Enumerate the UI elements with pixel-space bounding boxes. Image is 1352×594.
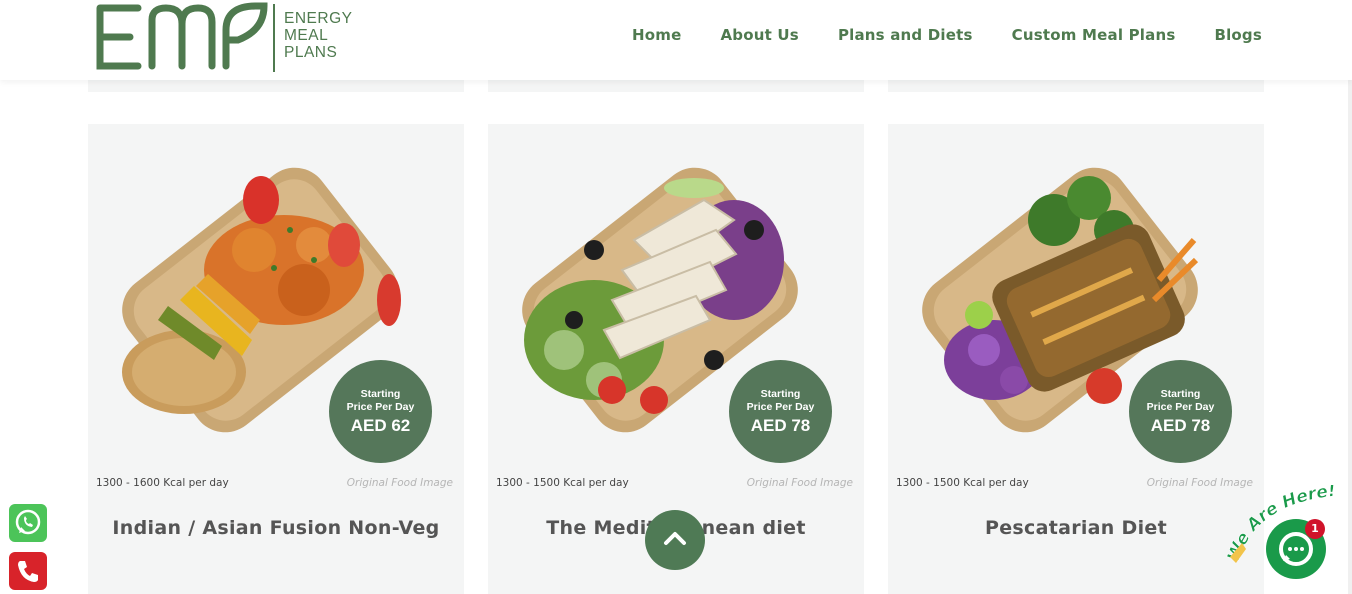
previous-card-bottom (888, 80, 1264, 92)
site-header: ENERGY MEAL PLANS Home About Us Plans an… (0, 0, 1352, 80)
nav-home[interactable]: Home (632, 26, 681, 44)
badge-label-starting: Starting (760, 388, 801, 400)
card-title[interactable]: Pescatarian Diet (888, 517, 1264, 539)
kcal-range: 1300 - 1500 Kcal per day (496, 477, 629, 489)
badge-price: AED 78 (1150, 416, 1211, 435)
badge-label-starting: Starting (360, 388, 401, 400)
plan-card-pescatarian[interactable]: Starting Price Per Day AED 78 1300 - 1500… (888, 124, 1264, 594)
kcal-range: 1300 - 1600 Kcal per day (96, 477, 229, 489)
chevron-up-icon (664, 532, 686, 545)
price-badge: Starting Price Per Day AED 78 (729, 360, 832, 463)
logo-line-3: PLANS (284, 44, 338, 61)
whatsapp-button[interactable] (9, 504, 47, 542)
main-nav: Home About Us Plans and Diets Custom Mea… (632, 26, 1262, 44)
badge-label-price-per-day: Price Per Day (1146, 401, 1215, 413)
nav-plans-and-diets[interactable]: Plans and Diets (838, 26, 973, 44)
card-title[interactable]: Indian / Asian Fusion Non-Veg (88, 517, 464, 539)
nav-about-us[interactable]: About Us (721, 26, 799, 44)
previous-card-bottom (488, 80, 864, 92)
price-badge: Starting Price Per Day AED 78 (1129, 360, 1232, 463)
badge-label-price-per-day: Price Per Day (346, 401, 415, 413)
nav-custom-meal-plans[interactable]: Custom Meal Plans (1012, 26, 1176, 44)
logo-wordmark: ENERGY MEAL PLANS (284, 10, 352, 61)
chat-unread-badge: 1 (1305, 519, 1325, 539)
badge-price: AED 62 (350, 416, 411, 435)
logo-line-1: ENERGY (284, 10, 353, 27)
original-image-note: Original Food Image (346, 477, 453, 489)
logo-line-2: MEAL (284, 27, 329, 44)
original-image-note: Original Food Image (746, 477, 853, 489)
nav-blogs[interactable]: Blogs (1214, 26, 1262, 44)
previous-card-bottom (88, 80, 464, 92)
whatsapp-icon (15, 509, 41, 535)
scroll-to-top-button[interactable] (645, 510, 705, 570)
phone-call-button[interactable] (9, 552, 47, 590)
phone-icon (18, 561, 38, 582)
kcal-range: 1300 - 1500 Kcal per day (896, 477, 1029, 489)
price-badge: Starting Price Per Day AED 62 (329, 360, 432, 463)
badge-price: AED 78 (750, 416, 811, 435)
badge-label-price-per-day: Price Per Day (746, 401, 815, 413)
page-scrollbar[interactable] (1348, 0, 1352, 594)
plan-card-indian-asian-fusion[interactable]: Starting Price Per Day AED 62 1300 - 1600… (88, 124, 464, 594)
badge-label-starting: Starting (1160, 388, 1201, 400)
